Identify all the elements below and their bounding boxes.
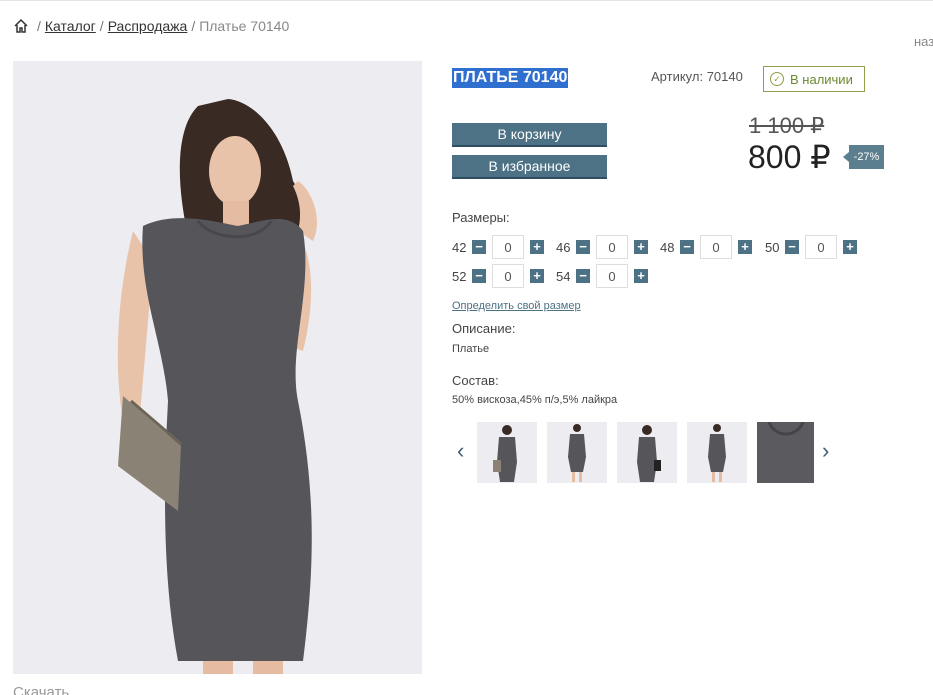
thumbnail-4[interactable] — [687, 422, 747, 483]
quantity-input[interactable] — [492, 235, 524, 259]
thumbnail-1[interactable] — [477, 422, 537, 483]
size-number: 50 — [765, 239, 780, 255]
size-number: 54 — [556, 268, 571, 284]
increase-button[interactable]: + — [634, 240, 648, 254]
breadcrumb-separator: / — [99, 18, 104, 34]
main-product-photo — [13, 61, 422, 674]
thumbnail-3[interactable] — [617, 422, 677, 483]
size-number: 52 — [452, 268, 467, 284]
discount-badge: -27% — [843, 145, 884, 169]
breadcrumb: / Каталог / Распродажа / Платье 70140 — [13, 18, 289, 34]
decrease-button[interactable]: − — [472, 269, 486, 283]
thumbnail-gallery: ‹ › — [452, 422, 842, 484]
check-circle-icon: ✓ — [770, 72, 784, 86]
description-label: Описание: — [452, 321, 516, 336]
size-row-50: 50 − + — [765, 235, 857, 259]
thumbnail-5[interactable] — [757, 422, 814, 483]
chevron-left-icon[interactable]: ‹ — [457, 440, 464, 462]
composition-label: Состав: — [452, 373, 499, 388]
thumbnail-2[interactable] — [547, 422, 607, 483]
decrease-button[interactable]: − — [472, 240, 486, 254]
increase-button[interactable]: + — [843, 240, 857, 254]
home-icon[interactable] — [13, 18, 29, 34]
size-number: 48 — [660, 239, 675, 255]
add-to-cart-button[interactable]: В корзину — [452, 123, 607, 145]
chevron-right-icon[interactable]: › — [822, 440, 829, 462]
back-link[interactable]: назад — [914, 34, 933, 49]
download-link[interactable]: Скачать — [13, 684, 69, 695]
decrease-button[interactable]: − — [576, 269, 590, 283]
current-price: 800 ₽ — [748, 139, 831, 175]
top-border — [0, 0, 933, 1]
increase-button[interactable]: + — [634, 269, 648, 283]
old-price: 1 100 ₽ — [749, 113, 825, 138]
increase-button[interactable]: + — [530, 269, 544, 283]
breadcrumb-current: Платье 70140 — [199, 18, 290, 34]
breadcrumb-separator: / — [191, 18, 196, 34]
size-row-46: 46 − + — [556, 235, 648, 259]
sizes-label: Размеры: — [452, 210, 510, 225]
quantity-input[interactable] — [492, 264, 524, 288]
composition-text: 50% вискоза,45% п/э,5% лайкра — [452, 394, 618, 406]
decrease-button[interactable]: − — [785, 240, 799, 254]
size-row-52: 52 − + — [452, 264, 544, 288]
quantity-input[interactable] — [596, 235, 628, 259]
stock-badge: ✓ В наличии — [763, 66, 865, 92]
breadcrumb-sale-link[interactable]: Распродажа — [108, 18, 188, 34]
decrease-button[interactable]: − — [680, 240, 694, 254]
find-size-link[interactable]: Определить свой размер — [452, 300, 581, 312]
decrease-button[interactable]: − — [576, 240, 590, 254]
size-number: 42 — [452, 239, 467, 255]
increase-button[interactable]: + — [738, 240, 752, 254]
product-sku: Артикул: 70140 — [651, 69, 743, 84]
description-text: Платье — [452, 343, 490, 355]
size-row-48: 48 − + — [660, 235, 752, 259]
quantity-input[interactable] — [596, 264, 628, 288]
product-title: ПЛАТЬЕ 70140 — [452, 68, 569, 88]
size-row-54: 54 − + — [556, 264, 648, 288]
increase-button[interactable]: + — [530, 240, 544, 254]
add-to-favorites-button[interactable]: В избранное — [452, 155, 607, 177]
size-number: 46 — [556, 239, 571, 255]
breadcrumb-separator: / — [37, 18, 41, 34]
quantity-input[interactable] — [700, 235, 732, 259]
quantity-input[interactable] — [805, 235, 837, 259]
size-row-42: 42 − + — [452, 235, 544, 259]
stock-label: В наличии — [790, 71, 853, 87]
breadcrumb-catalog-link[interactable]: Каталог — [45, 18, 96, 34]
